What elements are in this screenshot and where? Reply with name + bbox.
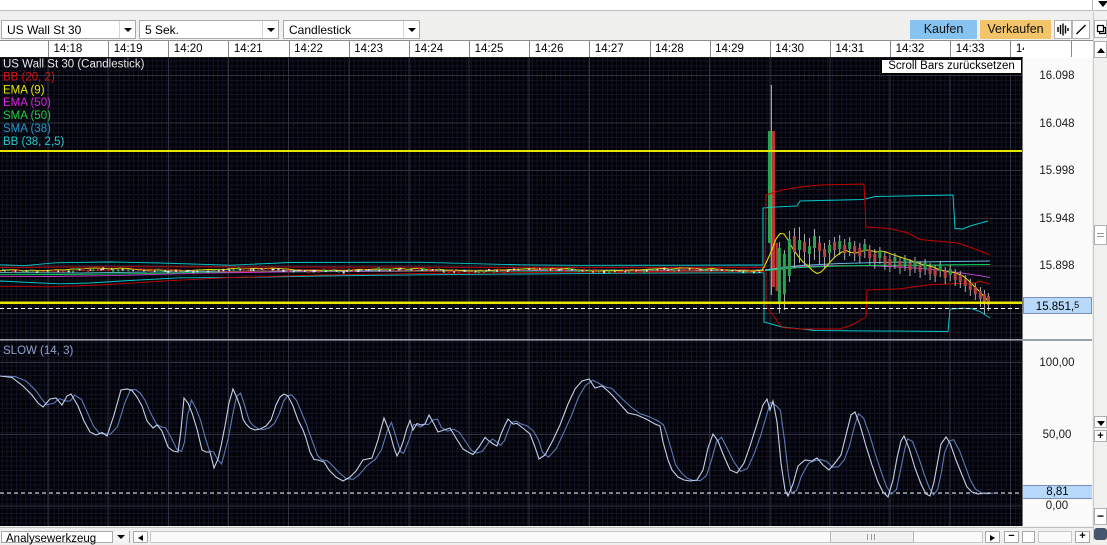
svg-text:BB (20, 2): BB (20, 2) bbox=[3, 71, 55, 83]
svg-text:SLOW (14, 3): SLOW (14, 3) bbox=[3, 345, 73, 357]
svg-text:EMA (9): EMA (9) bbox=[3, 84, 45, 96]
svg-text:SMA (50): SMA (50) bbox=[3, 110, 51, 122]
svg-text:SMA (38): SMA (38) bbox=[3, 123, 51, 135]
svg-text:EMA (50): EMA (50) bbox=[3, 97, 51, 109]
svg-text:US Wall St 30 (Candlestick): US Wall St 30 (Candlestick) bbox=[3, 59, 145, 71]
svg-text:BB (38, 2,5): BB (38, 2,5) bbox=[3, 136, 65, 148]
